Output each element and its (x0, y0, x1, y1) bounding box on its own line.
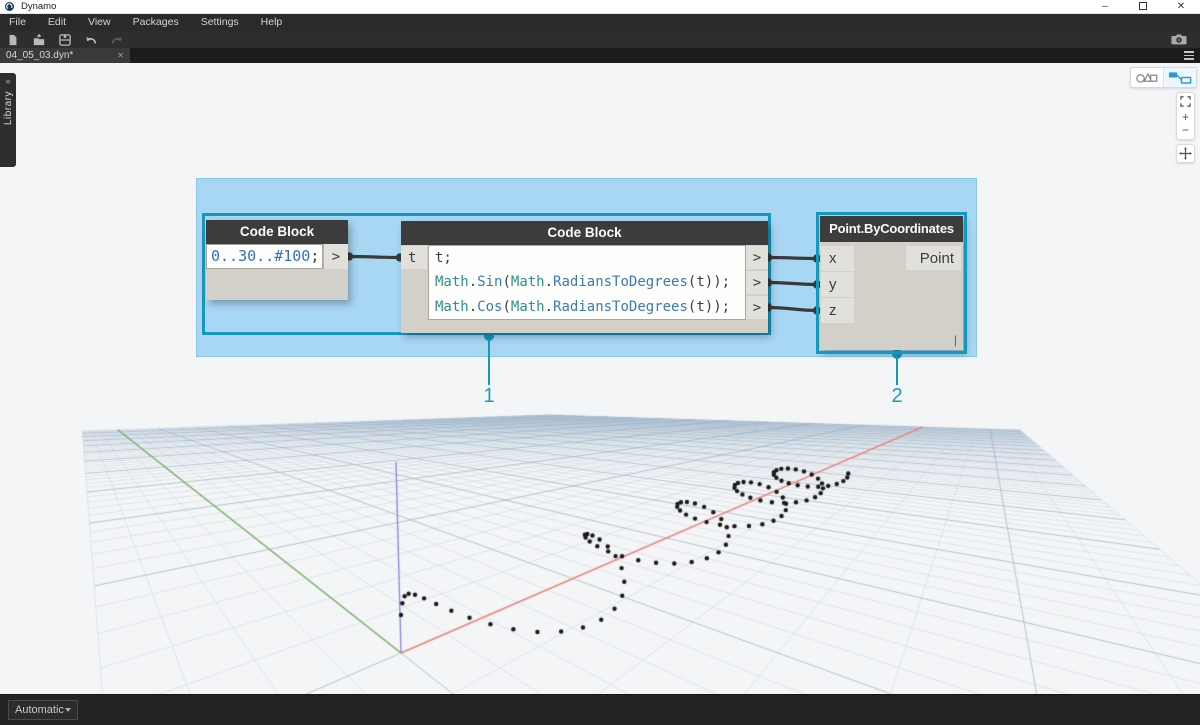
graph-view-icon (1168, 71, 1192, 84)
wire-cb2-to-point-y[interactable] (768, 283, 817, 285)
open-file-button[interactable] (26, 32, 52, 47)
menu-file[interactable]: File (0, 14, 37, 31)
point-input-port-x[interactable]: x (821, 246, 854, 271)
point-output-port[interactable]: Point (906, 246, 961, 270)
wire-cb2-to-point-z[interactable] (768, 308, 817, 311)
maximize-icon (1139, 2, 1147, 10)
geometry-view-icon (1135, 71, 1159, 84)
minimize-button[interactable]: – (1086, 0, 1124, 13)
geometry-view-toggle[interactable] (1131, 68, 1163, 87)
zoom-controls-panel: + − (1176, 92, 1195, 140)
menu-edit[interactable]: Edit (37, 14, 77, 31)
menubar: File Edit View Packages Settings Help (0, 14, 1200, 31)
undo-icon (85, 34, 97, 46)
window-controls: – ✕ (1086, 0, 1200, 13)
annotation-1-label: 1 (483, 385, 494, 408)
save-button[interactable] (52, 32, 78, 47)
code-block-2-output-port-1[interactable]: > (746, 246, 768, 269)
toolbar (0, 31, 1200, 48)
view-mode-toggles (1130, 67, 1197, 88)
library-panel-tab[interactable]: » Library (0, 73, 16, 167)
tab-title: 04_05_03.dyn* (6, 50, 113, 61)
pan-icon (1179, 147, 1192, 160)
chevron-down-icon (65, 708, 71, 712)
run-mode-value: Automatic (15, 704, 65, 716)
status-bar: Automatic (0, 694, 1200, 725)
menu-packages[interactable]: Packages (122, 14, 190, 31)
graph-canvas[interactable]: » Library Code Block 0..30..#100; > Code (0, 63, 1200, 694)
code-block-1-output-port[interactable]: > (323, 244, 348, 269)
point-input-port-y[interactable]: y (821, 272, 854, 297)
node-code-block-1[interactable]: Code Block 0..30..#100; > (206, 220, 348, 300)
new-file-button[interactable] (0, 32, 26, 47)
graph-view-toggle[interactable] (1163, 68, 1196, 87)
annotation-2-line (896, 357, 898, 385)
new-file-icon (7, 34, 19, 46)
annotation-2-label: 2 (891, 385, 902, 408)
wires-layer (0, 63, 1200, 694)
zoom-in-button[interactable]: + (1182, 111, 1189, 123)
annotation-1-line (488, 339, 490, 385)
menu-view[interactable]: View (77, 14, 122, 31)
fit-to-view-button[interactable] (1180, 96, 1191, 109)
export-image-button[interactable] (1164, 32, 1194, 47)
code-block-2-input-port-t[interactable]: t (401, 246, 427, 269)
fit-to-view-icon (1180, 96, 1191, 107)
window-title: Dynamo (21, 1, 56, 12)
zoom-out-button[interactable]: − (1182, 124, 1189, 136)
window-titlebar: Dynamo – ✕ (0, 0, 1200, 14)
tab-04-05-03[interactable]: 04_05_03.dyn* ✕ (0, 48, 130, 63)
save-icon (59, 34, 71, 46)
wire-cb1-to-cb2[interactable] (349, 257, 400, 258)
node-code-block-2-header[interactable]: Code Block (401, 221, 768, 245)
tab-list-menu-icon[interactable] (1184, 51, 1194, 60)
tabbar: 04_05_03.dyn* ✕ (0, 48, 1200, 63)
open-file-icon (33, 34, 45, 46)
maximize-button[interactable] (1124, 0, 1162, 14)
tab-close-icon[interactable]: ✕ (117, 51, 124, 60)
run-mode-dropdown[interactable]: Automatic (8, 700, 78, 720)
node-code-block-2[interactable]: Code Block t t; Math.Sin(Math.RadiansToD… (401, 221, 768, 333)
menu-settings[interactable]: Settings (190, 14, 250, 31)
node-point-header[interactable]: Point.ByCoordinates (820, 216, 963, 242)
code-block-1-code[interactable]: 0..30..#100; (206, 244, 323, 269)
lacing-indicator[interactable]: | (954, 333, 957, 347)
redo-button[interactable] (104, 32, 130, 47)
node-point-bycoordinates[interactable]: Point.ByCoordinates x y z Point | (820, 216, 963, 350)
code-block-2-output-port-3[interactable]: > (746, 296, 768, 319)
node-code-block-1-header[interactable]: Code Block (206, 220, 348, 244)
point-input-port-z[interactable]: z (821, 298, 854, 323)
close-button[interactable]: ✕ (1162, 0, 1200, 13)
code-block-2-code[interactable]: t; Math.Sin(Math.RadiansToDegrees(t)); M… (428, 245, 746, 320)
redo-icon (111, 34, 123, 46)
wire-cb2-to-point-x[interactable] (768, 258, 817, 259)
library-expand-icon: » (5, 77, 10, 86)
undo-button[interactable] (78, 32, 104, 47)
pan-button[interactable] (1176, 144, 1195, 163)
camera-icon (1171, 34, 1187, 45)
dynamo-app-icon (5, 2, 14, 11)
library-label: Library (3, 91, 14, 125)
menu-help[interactable]: Help (250, 14, 294, 31)
code-block-2-output-port-2[interactable]: > (746, 271, 768, 294)
